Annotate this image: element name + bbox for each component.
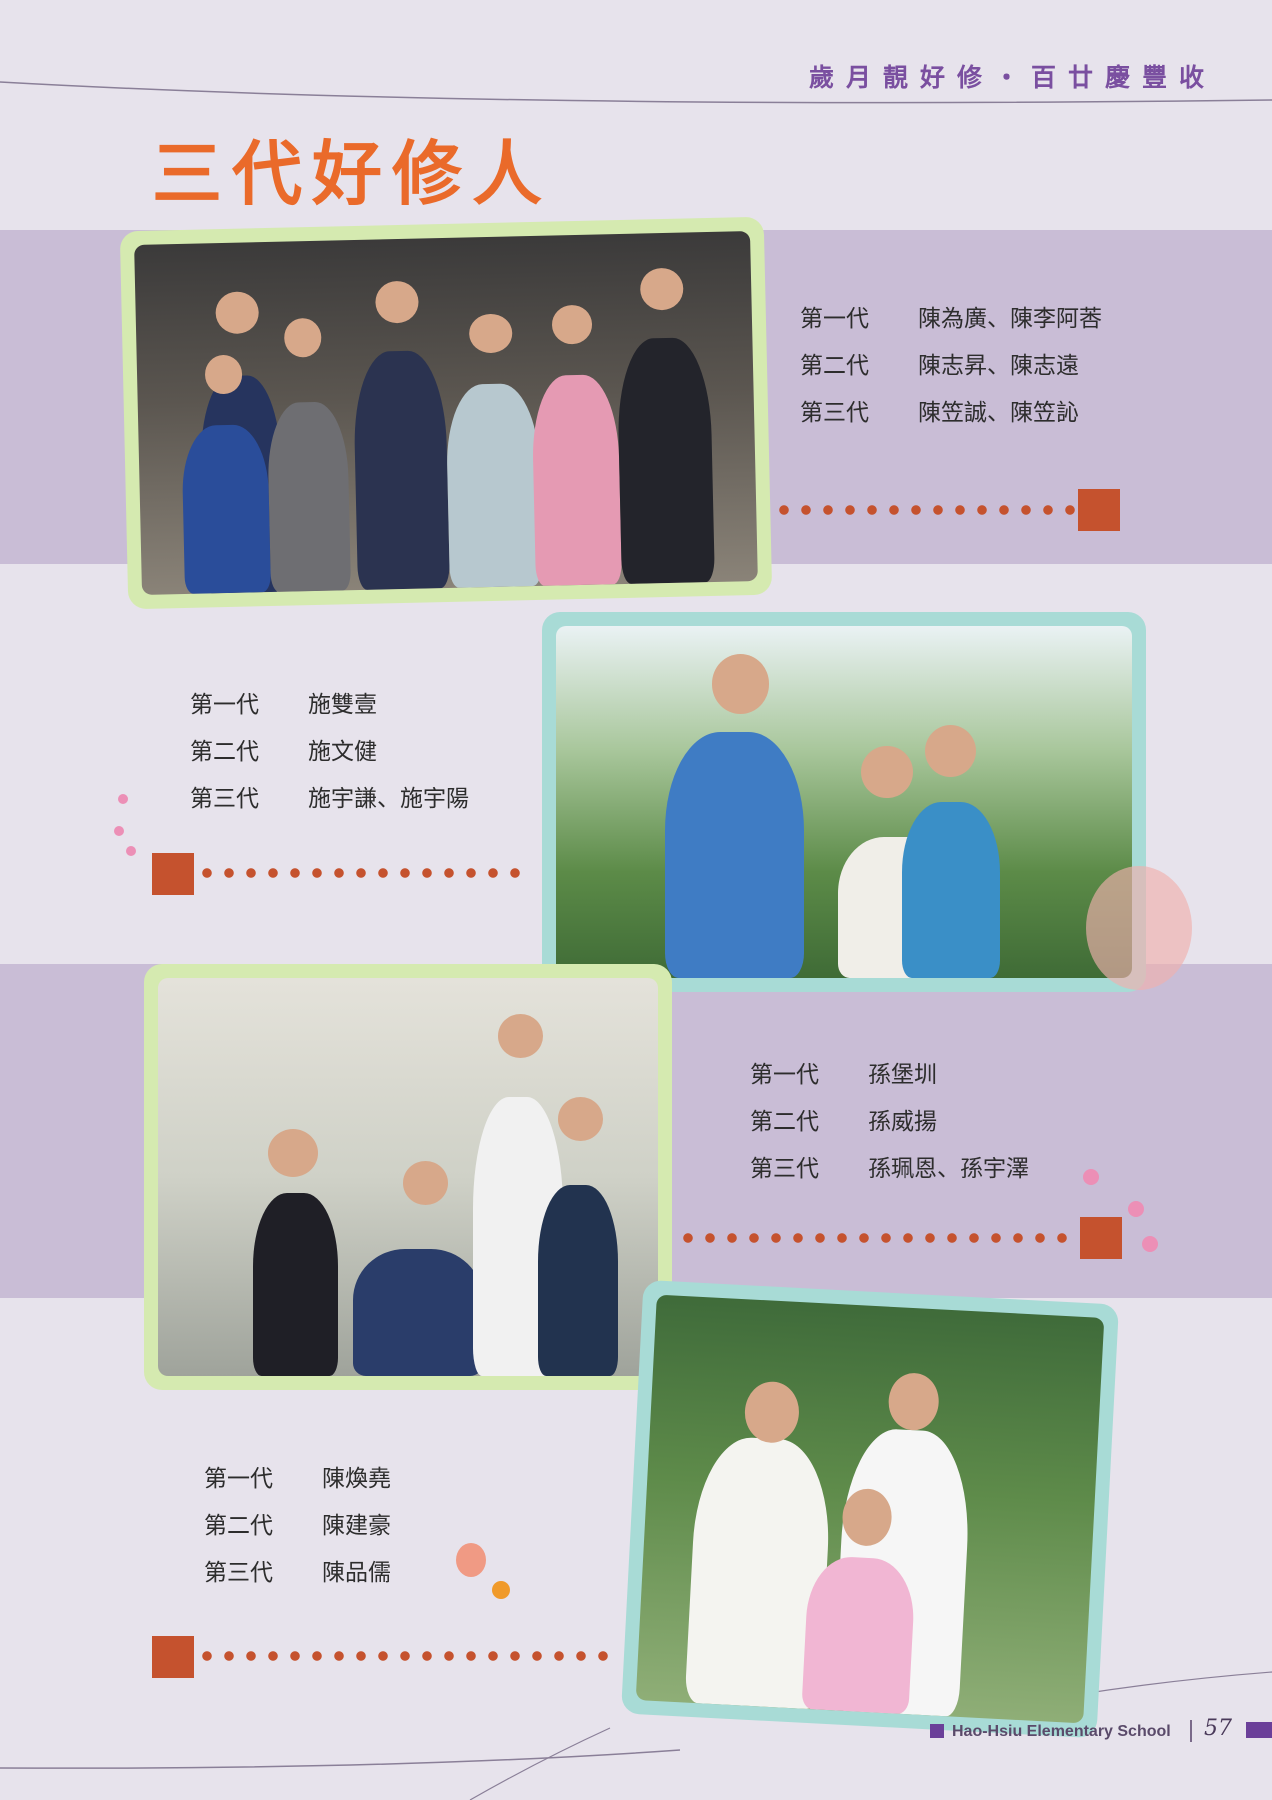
accent-square (1080, 1217, 1122, 1259)
generation-names: 孫威揚 (868, 1109, 937, 1135)
generation-label: 第一代 (190, 692, 259, 718)
generation-names: 施文健 (308, 739, 377, 765)
footer-square-icon (930, 1724, 944, 1738)
pink-dot (1142, 1236, 1158, 1252)
header-title: 歲月靚好修・百廿慶豐收 (808, 63, 1216, 92)
accent-square (152, 853, 194, 895)
dotted-line (677, 1233, 1077, 1243)
pink-dot (126, 846, 136, 856)
generation-label: 第一代 (800, 306, 869, 332)
footer-divider (1190, 1720, 1192, 1742)
accent-square (152, 1636, 194, 1678)
generation-names: 陳建豪 (322, 1513, 391, 1539)
orange-dot (492, 1581, 510, 1599)
generation-names: 施雙壹 (308, 692, 377, 718)
generation-label: 第一代 (204, 1466, 273, 1492)
generation-names: 陳煥堯 (322, 1466, 391, 1492)
pink-semicircle (1086, 866, 1192, 990)
footer-bar-icon (1246, 1722, 1272, 1738)
pink-dot (114, 826, 124, 836)
generation-names: 孫珮恩、孫宇澤 (868, 1156, 1029, 1182)
family-caption-3: 第一代 孫堡圳 第二代 孫威揚 第三代 孫珮恩、孫宇澤 (750, 1052, 1029, 1193)
pink-dot (118, 794, 128, 804)
page-title: 三代好修人 (152, 132, 552, 215)
generation-names: 孫堡圳 (868, 1062, 937, 1088)
generation-names: 陳品儒 (322, 1560, 391, 1586)
generation-names: 施宇謙、施宇陽 (308, 786, 469, 812)
orange-petal (456, 1543, 486, 1577)
pink-dot (1128, 1201, 1144, 1217)
generation-label: 第一代 (750, 1062, 819, 1088)
accent-square (1078, 489, 1120, 531)
generation-label: 第三代 (190, 786, 259, 812)
generation-label: 第二代 (750, 1109, 819, 1135)
generation-label: 第二代 (190, 739, 259, 765)
family-photo-4 (620, 1279, 1120, 1739)
generation-names: 陳笠誠、陳笠訫 (918, 400, 1079, 426)
pink-dot (1083, 1169, 1099, 1185)
family-photo-1 (119, 216, 773, 610)
family-photo-2 (542, 612, 1146, 992)
family-caption-2: 第一代 施雙壹 第二代 施文健 第三代 施宇謙、施宇陽 (190, 682, 469, 823)
generation-label: 第二代 (204, 1513, 273, 1539)
generation-names: 陳為廣、陳李阿莕 (918, 306, 1102, 332)
dotted-line (196, 1651, 616, 1661)
page-number: 57 (1204, 1716, 1232, 1741)
dotted-line (196, 868, 526, 878)
generation-label: 第二代 (800, 353, 869, 379)
generation-label: 第三代 (204, 1560, 273, 1586)
generation-label: 第三代 (750, 1156, 819, 1182)
family-caption-4: 第一代 陳煥堯 第二代 陳建豪 第三代 陳品儒 (204, 1456, 391, 1597)
generation-names: 陳志昇、陳志遠 (918, 353, 1079, 379)
dotted-line (773, 505, 1075, 515)
generation-label: 第三代 (800, 400, 869, 426)
family-photo-3 (144, 964, 672, 1390)
family-caption-1: 第一代 陳為廣、陳李阿莕 第二代 陳志昇、陳志遠 第三代 陳笠誠、陳笠訫 (800, 296, 1102, 437)
footer-school-name: Hao-Hsiu Elementary School (952, 1723, 1171, 1740)
